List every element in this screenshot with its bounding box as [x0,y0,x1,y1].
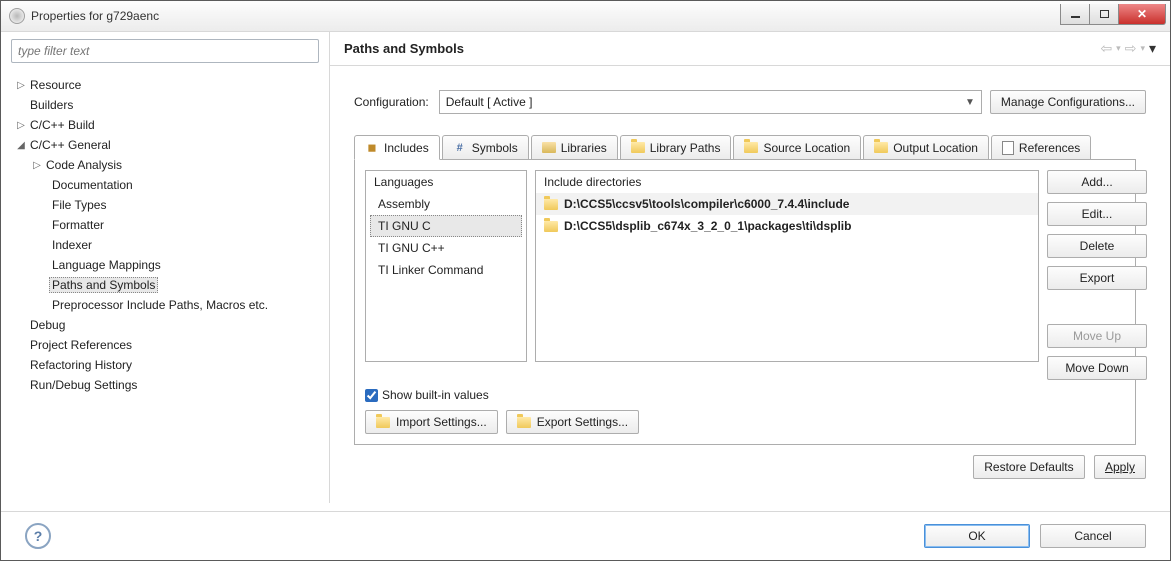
tree-item-code-analysis[interactable]: ▷Code Analysis [9,155,329,175]
show-builtin-checkbox[interactable]: Show built-in values [365,388,489,402]
references-icon [1002,141,1014,155]
window: Properties for g729aenc ▷Resource Builde… [0,0,1171,561]
delete-button[interactable]: Delete [1047,234,1147,258]
export-button[interactable]: Export [1047,266,1147,290]
back-menu-icon[interactable]: ▾ [1116,43,1121,54]
lang-item[interactable]: TI GNU C++ [366,237,526,259]
include-dir-item[interactable]: D:\CCS5\dsplib_c674x_3_2_0_1\packages\ti… [536,215,1038,237]
languages-panel: Languages Assembly TI GNU C TI GNU C++ T… [365,170,527,362]
lang-item[interactable]: TI Linker Command [366,259,526,281]
tree-item-ccpp-general[interactable]: ◢C/C++ General [9,135,329,155]
view-menu-icon[interactable]: ▾ [1149,40,1156,57]
cancel-button[interactable]: Cancel [1040,524,1146,548]
folder-icon [544,221,558,232]
includes-icon: ◼ [365,141,379,155]
edit-button[interactable]: Edit... [1047,202,1147,226]
nav-arrows: ⇦▾ ⇨▾ ▾ [1100,40,1156,57]
tab-references[interactable]: References [991,135,1091,159]
tree-item-ccpp-build[interactable]: ▷C/C++ Build [9,115,329,135]
move-up-button[interactable]: Move Up [1047,324,1147,348]
tree-item-indexer[interactable]: Indexer [9,235,329,255]
folder-icon [376,417,390,428]
minimize-button[interactable] [1060,4,1090,25]
back-icon[interactable]: ⇦ [1100,40,1112,57]
library-paths-icon [631,142,645,153]
window-buttons [1060,4,1166,24]
close-button[interactable] [1119,4,1166,25]
apply-button[interactable]: Apply [1094,455,1146,479]
restore-defaults-button[interactable]: Restore Defaults [973,455,1084,479]
tabstrip: ◼Includes #Symbols Libraries Library Pat… [354,134,1136,160]
page-title: Paths and Symbols [344,41,1100,56]
move-down-button[interactable]: Move Down [1047,356,1147,380]
tree-item-debug[interactable]: Debug [9,315,329,335]
folder-icon [544,199,558,210]
folder-icon [517,417,531,428]
ok-button[interactable]: OK [924,524,1030,548]
tree-item-proj-refs[interactable]: Project References [9,335,329,355]
tree-item-builders[interactable]: Builders [9,95,329,115]
forward-menu-icon[interactable]: ▾ [1140,43,1145,54]
app-icon [9,8,25,24]
content: Paths and Symbols ⇦▾ ⇨▾ ▾ Configuration:… [330,31,1170,503]
languages-title: Languages [366,171,526,193]
add-button[interactable]: Add... [1047,170,1147,194]
tree-item-paths-symbols[interactable]: Paths and Symbols [9,275,329,295]
window-title: Properties for g729aenc [31,9,159,23]
tree-item-refactor-hist[interactable]: Refactoring History [9,355,329,375]
titlebar[interactable]: Properties for g729aenc [1,1,1170,32]
manage-config-button[interactable]: Manage Configurations... [990,90,1146,114]
tab-includes[interactable]: ◼Includes [354,135,440,160]
config-value: Default [ Active ] [446,95,533,109]
export-settings-button[interactable]: Export Settings... [506,410,639,434]
symbols-icon: # [453,141,467,155]
lang-item[interactable]: Assembly [366,193,526,215]
tree-item-lang-mappings[interactable]: Language Mappings [9,255,329,275]
tab-body: Languages Assembly TI GNU C TI GNU C++ T… [354,160,1136,445]
tab-library-paths[interactable]: Library Paths [620,135,732,159]
chevron-down-icon: ▼ [965,97,975,108]
output-location-icon [874,142,888,153]
sidebar: ▷Resource Builders ▷C/C++ Build ◢C/C++ G… [1,31,330,503]
tree-item-run-debug[interactable]: Run/Debug Settings [9,375,329,395]
lang-item[interactable]: TI GNU C [370,215,522,237]
filter-input[interactable] [11,39,319,63]
tree-item-file-types[interactable]: File Types [9,195,329,215]
forward-icon[interactable]: ⇨ [1125,40,1137,57]
config-label: Configuration: [354,95,429,109]
libraries-icon [542,142,556,153]
include-dirs-panel: Include directories D:\CCS5\ccsv5\tools\… [535,170,1039,362]
footer: ? OK Cancel [1,511,1170,560]
tree-item-preproc[interactable]: Preprocessor Include Paths, Macros etc. [9,295,329,315]
config-row: Configuration: Default [ Active ] ▼ Mana… [354,90,1146,114]
tree-item-documentation[interactable]: Documentation [9,175,329,195]
tab-libraries[interactable]: Libraries [531,135,618,159]
source-location-icon [744,142,758,153]
help-icon[interactable]: ? [25,523,51,549]
config-select[interactable]: Default [ Active ] ▼ [439,90,982,114]
tree: ▷Resource Builders ▷C/C++ Build ◢C/C++ G… [1,71,329,503]
import-settings-button[interactable]: Import Settings... [365,410,498,434]
tree-item-formatter[interactable]: Formatter [9,215,329,235]
tree-item-resource[interactable]: ▷Resource [9,75,329,95]
side-buttons: Add... Edit... Delete Export Move Up Mov… [1047,170,1125,380]
tab-source-location[interactable]: Source Location [733,135,861,159]
include-dirs-title: Include directories [536,171,1038,193]
tab-output-location[interactable]: Output Location [863,135,989,159]
page-header: Paths and Symbols ⇦▾ ⇨▾ ▾ [330,31,1170,66]
include-dir-item[interactable]: D:\CCS5\ccsv5\tools\compiler\c6000_7.4.4… [536,193,1038,215]
maximize-button[interactable] [1090,4,1119,25]
tab-symbols[interactable]: #Symbols [442,135,529,159]
